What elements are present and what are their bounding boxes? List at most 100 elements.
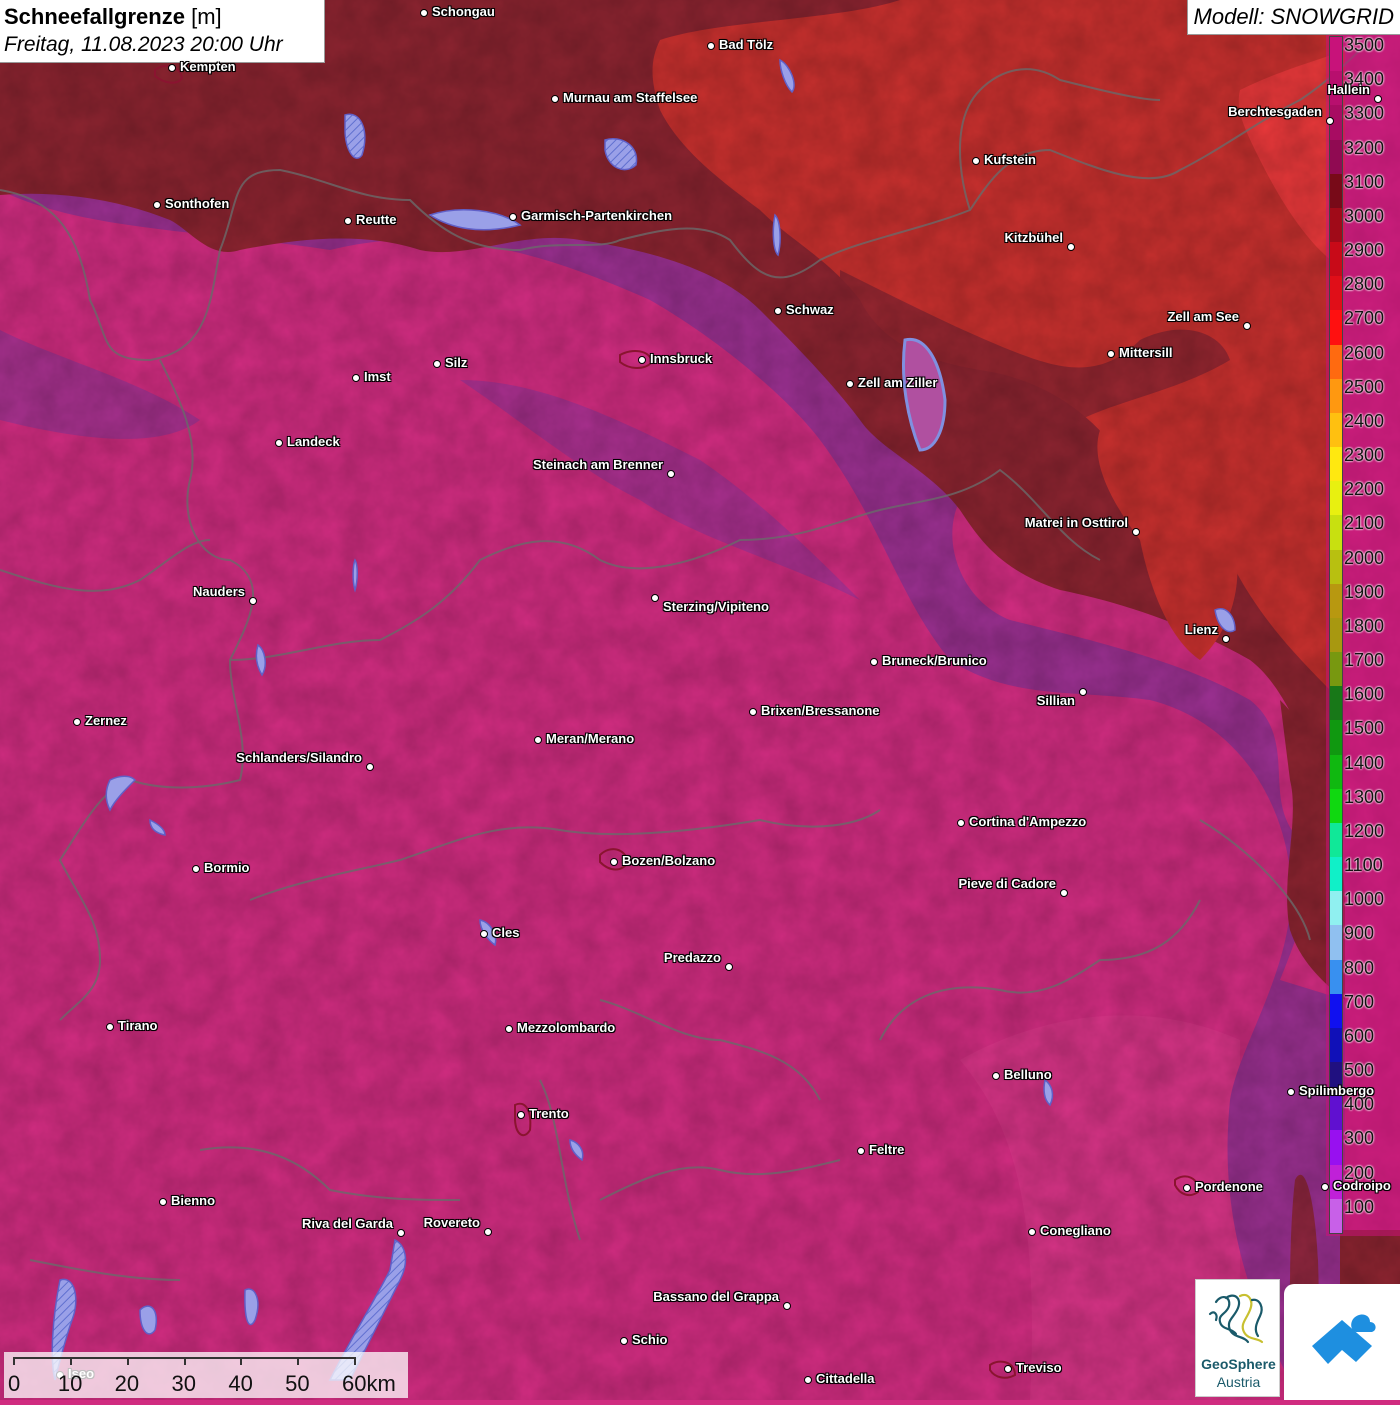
- city-marker[interactable]: [159, 1198, 167, 1206]
- city-marker[interactable]: [725, 963, 733, 971]
- city-marker[interactable]: [73, 718, 81, 726]
- city-marker[interactable]: [366, 763, 374, 771]
- city-label[interactable]: Kufstein: [984, 153, 1036, 167]
- city-marker[interactable]: [1326, 117, 1334, 125]
- city-marker[interactable]: [505, 1025, 513, 1033]
- city-label[interactable]: Tirano: [118, 1019, 158, 1033]
- app-logo[interactable]: [1284, 1284, 1400, 1400]
- city-marker[interactable]: [1132, 528, 1140, 536]
- city-marker[interactable]: [992, 1072, 1000, 1080]
- city-label[interactable]: Conegliano: [1040, 1224, 1111, 1238]
- city-label[interactable]: Garmisch-Partenkirchen: [521, 209, 672, 223]
- city-marker[interactable]: [534, 736, 542, 744]
- city-label[interactable]: Landeck: [287, 435, 340, 449]
- city-label[interactable]: Hallein: [1327, 83, 1370, 97]
- city-label[interactable]: Kitzbühel: [1005, 231, 1064, 245]
- city-label[interactable]: Mittersill: [1119, 346, 1172, 360]
- city-label[interactable]: Silz: [445, 356, 467, 370]
- city-label[interactable]: Cittadella: [816, 1372, 875, 1386]
- city-marker[interactable]: [1060, 889, 1068, 897]
- city-marker[interactable]: [707, 42, 715, 50]
- city-label[interactable]: Bad Tölz: [719, 38, 773, 52]
- city-marker[interactable]: [397, 1229, 405, 1237]
- city-label[interactable]: Codroipo: [1333, 1179, 1391, 1193]
- city-marker[interactable]: [153, 201, 161, 209]
- city-label[interactable]: Mezzolombardo: [517, 1021, 615, 1035]
- city-label[interactable]: Sterzing/Vipiteno: [663, 600, 769, 614]
- city-marker[interactable]: [1183, 1184, 1191, 1192]
- city-label[interactable]: Bienno: [171, 1194, 215, 1208]
- city-label[interactable]: Rovereto: [424, 1216, 480, 1230]
- city-marker[interactable]: [106, 1023, 114, 1031]
- city-label[interactable]: Bormio: [204, 861, 250, 875]
- city-label[interactable]: Imst: [364, 370, 391, 384]
- city-marker[interactable]: [1287, 1088, 1295, 1096]
- city-marker[interactable]: [667, 470, 675, 478]
- city-label[interactable]: Zernez: [85, 714, 127, 728]
- city-marker[interactable]: [192, 865, 200, 873]
- city-marker[interactable]: [846, 380, 854, 388]
- city-label[interactable]: Predazzo: [664, 951, 721, 965]
- city-marker[interactable]: [484, 1228, 492, 1236]
- city-label[interactable]: Treviso: [1016, 1361, 1062, 1375]
- city-marker[interactable]: [1374, 95, 1382, 103]
- city-label[interactable]: Riva del Garda: [302, 1217, 393, 1231]
- city-marker[interactable]: [749, 708, 757, 716]
- city-marker[interactable]: [857, 1147, 865, 1155]
- city-marker[interactable]: [804, 1376, 812, 1384]
- city-marker[interactable]: [344, 217, 352, 225]
- city-marker[interactable]: [1321, 1183, 1329, 1191]
- city-marker[interactable]: [1028, 1228, 1036, 1236]
- city-marker[interactable]: [1107, 350, 1115, 358]
- city-label[interactable]: Schongau: [432, 5, 495, 19]
- city-label[interactable]: Cortina d'Ampezzo: [969, 815, 1086, 829]
- city-label[interactable]: Bassano del Grappa: [653, 1290, 779, 1304]
- city-label[interactable]: Zell am Ziller: [858, 376, 937, 390]
- city-label[interactable]: Brixen/Bressanone: [761, 704, 880, 718]
- city-marker[interactable]: [433, 360, 441, 368]
- city-marker[interactable]: [1243, 322, 1251, 330]
- city-marker[interactable]: [420, 9, 428, 17]
- city-label[interactable]: Sonthofen: [165, 197, 229, 211]
- city-marker[interactable]: [551, 95, 559, 103]
- city-label[interactable]: Berchtesgaden: [1228, 105, 1322, 119]
- city-marker[interactable]: [517, 1111, 525, 1119]
- city-label[interactable]: Bruneck/Brunico: [882, 654, 987, 668]
- city-label[interactable]: Belluno: [1004, 1068, 1052, 1082]
- city-label[interactable]: Meran/Merano: [546, 732, 634, 746]
- city-label[interactable]: Bozen/Bolzano: [622, 854, 715, 868]
- city-label[interactable]: Schwaz: [786, 303, 834, 317]
- city-label[interactable]: Pieve di Cadore: [958, 877, 1056, 891]
- city-label[interactable]: Innsbruck: [650, 352, 712, 366]
- city-label[interactable]: Cles: [492, 926, 519, 940]
- city-marker[interactable]: [168, 64, 176, 72]
- city-label[interactable]: Nauders: [193, 585, 245, 599]
- city-marker[interactable]: [870, 658, 878, 666]
- city-marker[interactable]: [1079, 688, 1087, 696]
- city-label[interactable]: Murnau am Staffelsee: [563, 91, 697, 105]
- city-label[interactable]: Kempten: [180, 60, 236, 74]
- city-marker[interactable]: [1067, 243, 1075, 251]
- city-label[interactable]: Lienz: [1185, 623, 1218, 637]
- city-marker[interactable]: [638, 356, 646, 364]
- city-marker[interactable]: [651, 594, 659, 602]
- city-label[interactable]: Zell am See: [1167, 310, 1239, 324]
- city-marker[interactable]: [957, 819, 965, 827]
- city-marker[interactable]: [610, 858, 618, 866]
- geosphere-logo[interactable]: GeoSphere Austria: [1195, 1279, 1280, 1397]
- city-marker[interactable]: [972, 157, 980, 165]
- city-marker[interactable]: [1004, 1365, 1012, 1373]
- city-marker[interactable]: [275, 439, 283, 447]
- city-marker[interactable]: [480, 930, 488, 938]
- city-label[interactable]: Feltre: [869, 1143, 904, 1157]
- city-label[interactable]: Matrei in Osttirol: [1025, 516, 1128, 530]
- city-label[interactable]: Trento: [529, 1107, 569, 1121]
- city-label[interactable]: Sillian: [1037, 694, 1075, 708]
- city-label[interactable]: Reutte: [356, 213, 396, 227]
- city-label[interactable]: Pordenone: [1195, 1180, 1263, 1194]
- city-label[interactable]: Spilimbergo: [1299, 1084, 1374, 1098]
- city-marker[interactable]: [249, 597, 257, 605]
- city-marker[interactable]: [352, 374, 360, 382]
- city-label[interactable]: Schlanders/Silandro: [236, 751, 362, 765]
- city-marker[interactable]: [620, 1337, 628, 1345]
